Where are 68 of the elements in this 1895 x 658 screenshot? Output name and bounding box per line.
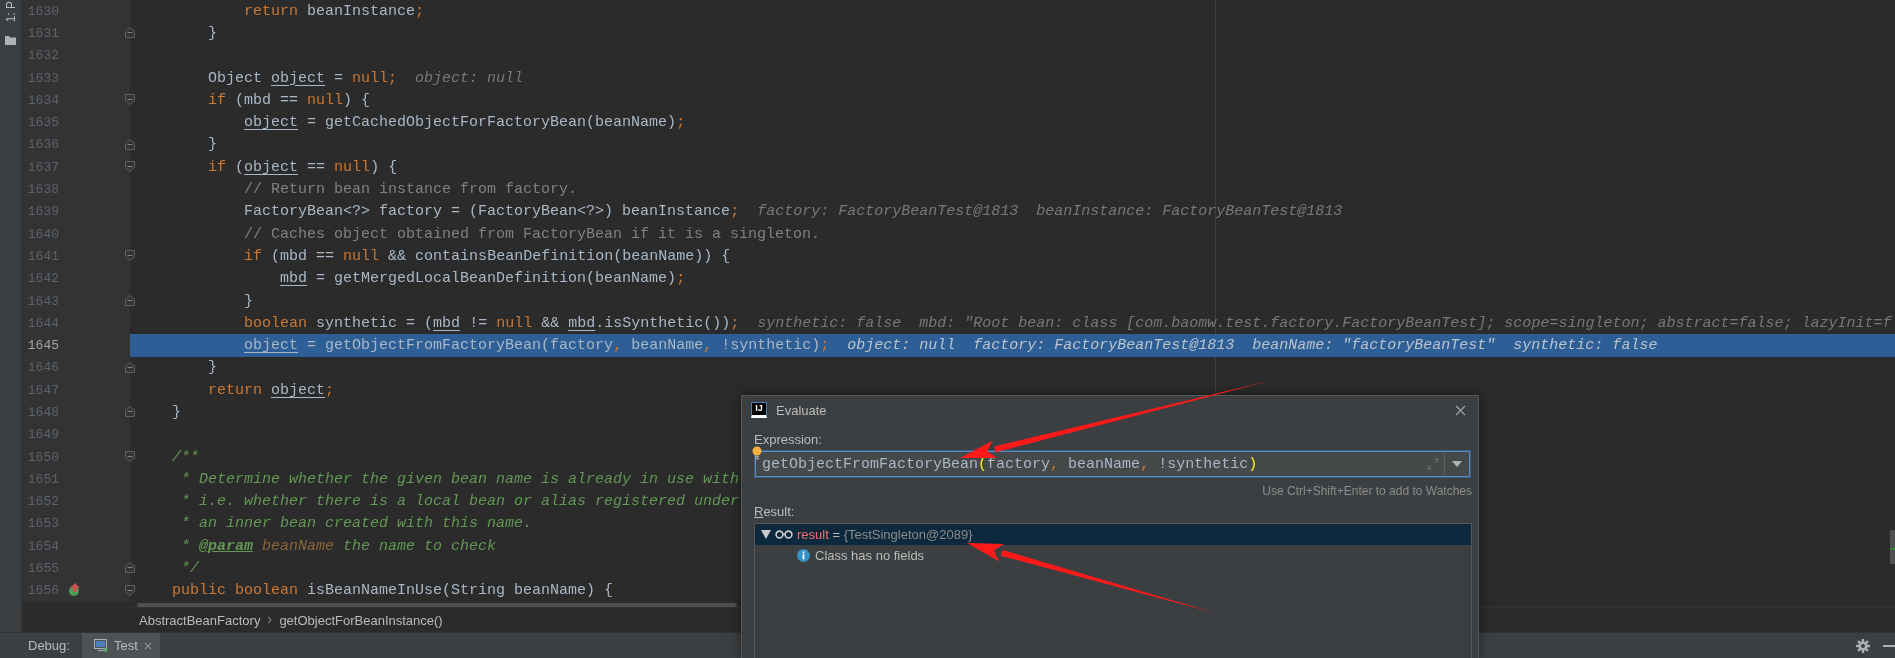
override-marker-icon[interactable] (68, 582, 81, 597)
fold-marker-icon[interactable] (125, 584, 135, 596)
fold-marker-icon[interactable] (125, 562, 135, 574)
fold-marker-icon[interactable] (125, 138, 135, 150)
result-value: result = {TestSingleton@2089} (797, 527, 973, 542)
settings-icon[interactable] (1856, 639, 1870, 653)
close-icon[interactable] (1455, 404, 1466, 416)
expand-caret-icon[interactable] (761, 530, 771, 539)
lightbulb-icon[interactable] (752, 446, 762, 460)
code-line: } (243, 292, 254, 310)
inline-debug-value: synthetic: false mbd: "Root bean: class [com.baomw.test.factory.FactoryBeanTest]; scope=singleton; abstract=false; lazyInit=f (757, 314, 1892, 332)
watches-hint: Use Ctrl+Shift+Enter to add to Watches (1262, 484, 1472, 498)
result-label: Result: (754, 504, 796, 519)
code-line: } (171, 404, 182, 421)
code-line: object = getObjectFromFactoryBean(factory, beanName, !synthetic); (243, 337, 830, 355)
dialog-title: Evaluate (776, 402, 828, 418)
chevron-icon (267, 616, 273, 624)
code-line: // Return bean instance from factory. (243, 181, 578, 198)
close-icon[interactable] (143, 641, 152, 650)
code-line: mbd = getMergedLocalBeanDefinition(beanName); (279, 270, 686, 288)
code-line: * an inner bean created with this name. (180, 515, 533, 533)
fold-marker-icon[interactable] (125, 361, 135, 373)
inline-debug-value: factory: FactoryBeanTest@1813 beanInstance: FactoryBeanTest@1813 (757, 203, 1343, 221)
code-line: } (207, 359, 218, 377)
code-line: */ (180, 560, 200, 578)
breadcrumb[interactable]: AbstractBeanFactory (139, 612, 261, 628)
fold-marker-icon[interactable] (125, 450, 135, 462)
info-icon (797, 549, 810, 562)
code-line: boolean synthetic = (mbd != null && mbd.isSynthetic()); (243, 314, 740, 332)
expression-label: Expression: (754, 432, 823, 447)
inline-debug-value: object: null factory: FactoryBeanTest@1813 beanName: "factoryBeanTest" synthetic: false (847, 337, 1658, 355)
fold-marker-icon[interactable] (125, 27, 135, 39)
line-number: 1645 (26, 338, 59, 354)
scroll-marker[interactable] (1890, 530, 1895, 564)
fold-marker-icon[interactable] (125, 294, 135, 306)
horizontal-scrollbar[interactable] (137, 603, 737, 607)
dropdown-arrow-icon[interactable] (1452, 461, 1462, 467)
code-line: } (207, 24, 218, 42)
code-line: /** (171, 448, 200, 466)
code-line: Object object = null; (207, 69, 398, 87)
folder-icon[interactable] (5, 36, 16, 45)
code-line: object = getCachedObjectForFactoryBean(beanName); (243, 114, 686, 132)
code-line: return beanInstance; (243, 2, 425, 20)
code-line: // Caches object obtained from FactoryBean if it is a singleton. (243, 225, 821, 243)
code-line: public boolean isBeanNameInUse(String beanName) { (171, 582, 614, 600)
code-line: * @param beanName the name to check (180, 537, 497, 555)
app-logo: IJ (751, 402, 767, 418)
code-line: if (mbd == null && containsBeanDefinition(beanName)) { (243, 247, 731, 265)
fold-marker-icon[interactable] (125, 161, 135, 173)
fold-marker-icon[interactable] (125, 250, 135, 262)
fold-marker-icon[interactable] (125, 406, 135, 418)
tree-row[interactable]: result = {TestSingleton@2089} (755, 524, 1471, 545)
code-line: return object; (207, 381, 335, 399)
code-line: * Determine whether the given bean name is already in use with (180, 470, 740, 488)
code-line: * i.e. whether there is a local bean or alias registered under (180, 493, 740, 511)
project-tool-tab[interactable]: 1: P (4, 1, 18, 23)
debug-label: Debug: (28, 638, 70, 653)
code-line: } (207, 136, 218, 154)
monitor-icon (93, 639, 108, 652)
inline-debug-value: object: null (415, 69, 524, 87)
code-line: if (mbd == null) { (207, 91, 371, 109)
debug-tab[interactable]: Test (81, 633, 160, 658)
tree-message: Class has no fields (815, 548, 925, 563)
glasses-icon (775, 530, 793, 539)
code-line: FactoryBean<?> factory = (FactoryBean<?>) beanInstance; (243, 203, 740, 221)
code-line: if (object == null) { (207, 158, 398, 176)
fold-marker-icon[interactable] (125, 94, 135, 106)
breadcrumb[interactable]: getObjectForBeanInstance() (279, 612, 443, 628)
